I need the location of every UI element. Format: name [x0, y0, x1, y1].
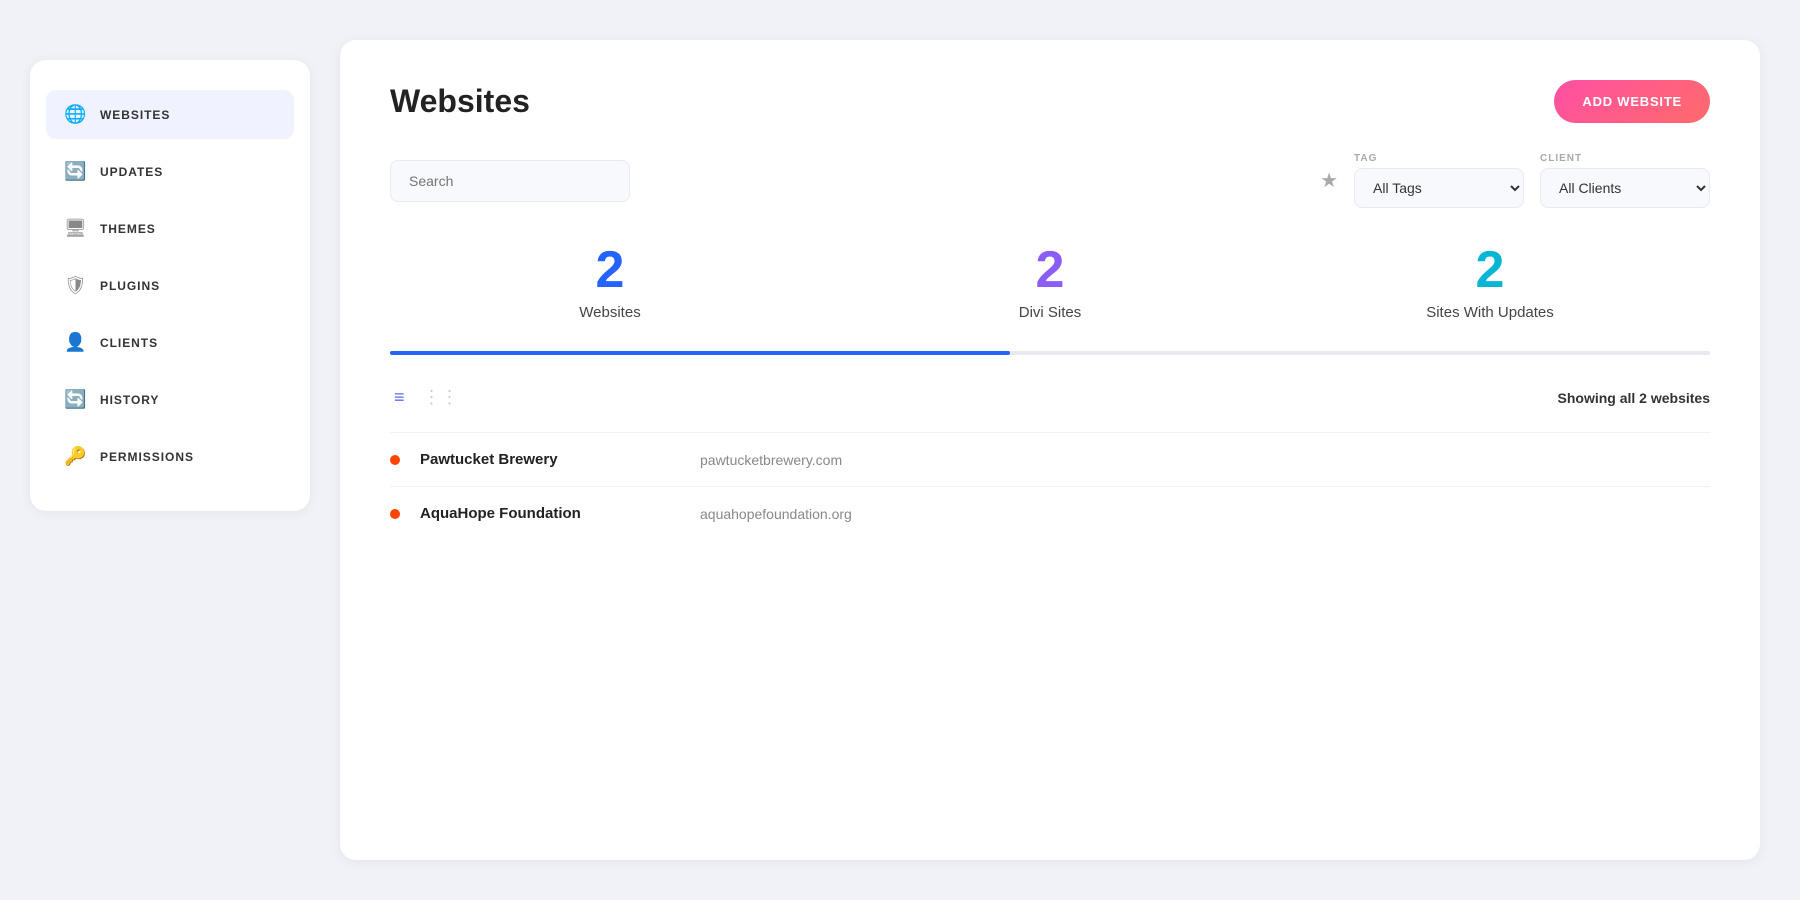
website-name: AquaHope Foundation [420, 505, 680, 522]
tag-label: TAG [1354, 153, 1524, 164]
table-row[interactable]: AquaHope Foundation aquahopefoundation.o… [390, 486, 1710, 540]
sidebar-item-label-permissions: PERMISSIONS [100, 450, 194, 464]
progress-bar-track [390, 351, 1710, 355]
sidebar-item-plugins[interactable]: 🛡 PLUGINS [46, 261, 294, 310]
table-row[interactable]: Pawtucket Brewery pawtucketbrewery.com [390, 432, 1710, 486]
list-view-button[interactable]: ≡ [390, 383, 409, 412]
sidebar-item-label-history: HISTORY [100, 393, 159, 407]
client-label: CLIENT [1540, 153, 1710, 164]
website-url: pawtucketbrewery.com [700, 452, 842, 468]
status-dot [390, 509, 400, 519]
client-filter-group: CLIENT All Clients [1540, 153, 1710, 208]
favorite-icon[interactable]: ★ [1320, 168, 1338, 193]
progress-bar-fill [390, 351, 1010, 355]
client-select[interactable]: All Clients [1540, 168, 1710, 208]
tag-select[interactable]: All Tags [1354, 168, 1524, 208]
stat-label: Websites [390, 304, 830, 321]
plugins-icon: 🛡 [64, 275, 86, 296]
permissions-icon: 🔑 [64, 446, 86, 467]
website-url: aquahopefoundation.org [700, 506, 852, 522]
stat-label: Sites With Updates [1270, 304, 1710, 321]
grid-view-button[interactable]: ⋮⋮ [419, 383, 463, 412]
stat-item-divi-sites: 2 Divi Sites [830, 244, 1270, 321]
main-content: Websites ADD WEBSITE ★ TAG All Tags CLIE… [310, 0, 1800, 900]
page-title: Websites [390, 83, 530, 120]
website-name: Pawtucket Brewery [420, 451, 680, 468]
sidebar-item-label-updates: UPDATES [100, 165, 163, 179]
stat-label: Divi Sites [830, 304, 1270, 321]
stat-number: 2 [830, 244, 1270, 296]
sidebar-item-label-plugins: PLUGINS [100, 279, 160, 293]
search-input[interactable] [390, 160, 630, 202]
content-card: Websites ADD WEBSITE ★ TAG All Tags CLIE… [340, 40, 1760, 860]
add-website-button[interactable]: ADD WEBSITE [1554, 80, 1710, 123]
status-dot [390, 455, 400, 465]
filters-row: ★ TAG All Tags CLIENT All Clients [390, 153, 1710, 208]
showing-text: Showing all 2 websites [1558, 390, 1710, 406]
view-toggle: ≡ ⋮⋮ [390, 383, 463, 412]
stat-item-sites-with-updates: 2 Sites With Updates [1270, 244, 1710, 321]
sidebar-item-label-clients: CLIENTS [100, 336, 158, 350]
websites-icon: 🌐 [64, 104, 86, 125]
sidebar-item-permissions[interactable]: 🔑 PERMISSIONS [46, 432, 294, 481]
clients-icon: 👤 [64, 332, 86, 353]
history-icon: 🔄 [64, 389, 86, 410]
sidebar-item-label-websites: WEBSITES [100, 108, 170, 122]
website-list: Pawtucket Brewery pawtucketbrewery.com A… [390, 432, 1710, 540]
sidebar-item-label-themes: THEMES [100, 222, 156, 236]
sidebar-item-themes[interactable]: 🖥 THEMES [46, 204, 294, 253]
stat-number: 2 [390, 244, 830, 296]
stat-number: 2 [1270, 244, 1710, 296]
sidebar-item-websites[interactable]: 🌐 WEBSITES [46, 90, 294, 139]
sidebar-item-updates[interactable]: 🔄 UPDATES [46, 147, 294, 196]
tag-filter-group: TAG All Tags [1354, 153, 1524, 208]
content-header: Websites ADD WEBSITE [390, 80, 1710, 123]
sidebar: 🌐 WEBSITES 🔄 UPDATES 🖥 THEMES 🛡 PLUGINS … [30, 60, 310, 511]
sidebar-item-history[interactable]: 🔄 HISTORY [46, 375, 294, 424]
updates-icon: 🔄 [64, 161, 86, 182]
themes-icon: 🖥 [64, 218, 86, 239]
stats-row: 2 Websites 2 Divi Sites 2 Sites With Upd… [390, 244, 1710, 351]
list-controls: ≡ ⋮⋮ Showing all 2 websites [390, 383, 1710, 412]
stat-item-websites: 2 Websites [390, 244, 830, 321]
sidebar-item-clients[interactable]: 👤 CLIENTS [46, 318, 294, 367]
